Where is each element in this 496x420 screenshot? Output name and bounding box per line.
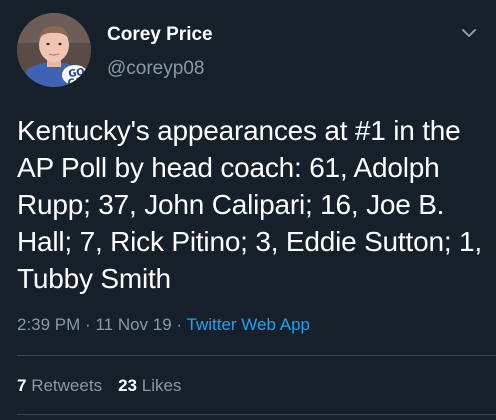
tweet-date[interactable]: 11 Nov 19 — [95, 315, 171, 334]
author-display-name[interactable]: Corey Price — [107, 24, 213, 46]
avatar-badge: GO CAT — [66, 67, 89, 87]
tweet-meta: 2:39 PM · 11 Nov 19 · Twitter Web App — [17, 315, 310, 335]
chevron-down-icon[interactable] — [460, 26, 478, 40]
divider — [17, 414, 496, 415]
tweet-text: Kentucky's appearances at #1 in the AP P… — [17, 115, 482, 294]
meta-separator: · — [176, 315, 183, 334]
likes-count: 23 — [118, 376, 137, 395]
tweet-source-link[interactable]: Twitter Web App — [187, 315, 310, 334]
tweet-stats: 7 Retweets 23 Likes — [17, 376, 181, 396]
avatar[interactable]: GO CAT — [17, 13, 91, 87]
tweet-time[interactable]: 2:39 PM — [17, 315, 80, 334]
likes-stat[interactable]: 23 Likes — [118, 376, 181, 395]
divider — [17, 355, 496, 356]
retweets-label: Retweets — [31, 376, 103, 395]
retweets-stat[interactable]: 7 Retweets — [17, 376, 102, 395]
author-handle[interactable]: @coreyp08 — [107, 58, 204, 80]
avatar-badge-line2: CAT — [66, 75, 89, 87]
meta-separator: · — [85, 315, 91, 334]
retweets-count: 7 — [17, 376, 27, 395]
likes-label: Likes — [141, 376, 182, 395]
tweet-card: GO CAT Corey Price @coreyp08 Kentucky's … — [0, 0, 496, 420]
